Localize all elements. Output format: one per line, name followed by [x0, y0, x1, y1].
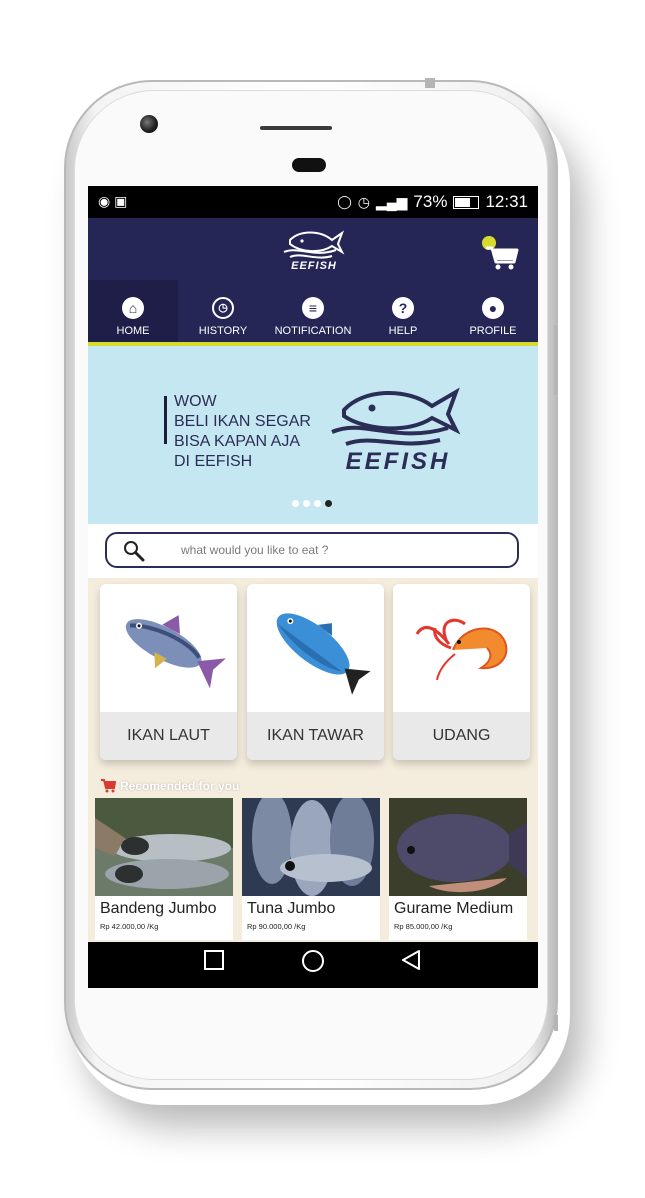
status-left-icons: ◉ ▣: [98, 193, 127, 210]
cart-button[interactable]: [480, 236, 520, 272]
freshwater-fish-icon: [276, 613, 371, 695]
front-camera: [140, 115, 158, 133]
gourami-photo-icon: [389, 798, 527, 896]
tab-help-label: HELP: [388, 325, 418, 337]
recommended-title: Recomended for you: [100, 779, 239, 793]
category-image: [247, 584, 384, 712]
category-label: IKAN TAWAR: [247, 712, 384, 760]
tab-home[interactable]: ⌂ HOME: [88, 280, 178, 342]
carousel-indicator: [292, 500, 332, 507]
banner-logo: EEFISH: [328, 384, 468, 475]
product-price: Rp 90.000,00 /Kg: [247, 922, 306, 931]
search-placeholder: what would you like to eat ?: [181, 543, 329, 557]
product-name: Tuna Jumbo: [247, 900, 336, 917]
product-name: Bandeng Jumbo: [100, 900, 217, 917]
banner-accent-bar: [164, 396, 167, 444]
recommended-title-text: Recomended for you: [120, 779, 240, 793]
tab-notification-label: NOTIFICATION: [274, 325, 352, 337]
banner-line: BELI IKAN SEGAR: [174, 413, 311, 430]
home-nav-icon[interactable]: [301, 949, 325, 973]
product-card-tuna[interactable]: Tuna Jumbo Rp 90.000,00 /Kg: [242, 798, 380, 940]
banner-logo-text: EEFISH: [345, 448, 451, 475]
volume-button: [554, 325, 558, 395]
home-icon: ⌂: [122, 297, 144, 319]
hotspot-icon: ◉: [98, 193, 111, 209]
tab-history[interactable]: ◷ HISTORY: [178, 280, 268, 342]
list-icon: ≡: [302, 297, 324, 319]
back-icon[interactable]: [400, 949, 422, 971]
signal-icon: ▂▄▆: [375, 193, 408, 210]
shrimp-icon: [415, 618, 508, 681]
app-header: EEFISH: [88, 218, 538, 280]
product-photo: [389, 798, 527, 896]
sea-fish-icon: [125, 615, 226, 689]
carousel-dot[interactable]: [292, 500, 299, 507]
search-icon: [124, 541, 145, 562]
earpiece-speaker: [260, 126, 332, 130]
recent-apps-icon[interactable]: [203, 949, 225, 971]
product-photo: [95, 798, 233, 896]
main-tab-bar: ⌂ HOME ◷ HISTORY ≡ NOTIFICATION ? HELP ●…: [88, 280, 538, 346]
alarm-icon: ◷: [357, 193, 370, 210]
product-price: Rp 42.000,00 /Kg: [100, 922, 159, 931]
product-price: Rp 85.000,00 /Kg: [394, 922, 453, 931]
search-section: what would you like to eat ?: [88, 524, 538, 578]
banner-line: WOW: [174, 393, 217, 410]
image-icon: ▣: [114, 193, 128, 209]
banner-line: DI EEFISH: [174, 453, 253, 470]
category-card-ikan-tawar[interactable]: IKAN TAWAR: [247, 584, 384, 760]
fish-logo-icon: [283, 230, 345, 259]
product-card-gurame[interactable]: Gurame Medium Rp 85.000,00 /Kg: [389, 798, 527, 940]
category-label: IKAN LAUT: [100, 712, 237, 760]
product-card-bandeng[interactable]: Bandeng Jumbo Rp 42.000,00 /Kg: [95, 798, 233, 940]
carousel-dot-active[interactable]: [325, 500, 332, 507]
tuna-photo-icon: [242, 798, 380, 896]
promo-banner[interactable]: WOW BELI IKAN SEGAR BISA KAPAN AJA DI EE…: [88, 346, 538, 524]
tab-notification[interactable]: ≡ NOTIFICATION: [268, 280, 358, 342]
carousel-dot[interactable]: [303, 500, 310, 507]
tab-profile[interactable]: ● PROFILE: [448, 280, 538, 342]
tab-history-label: HISTORY: [198, 325, 248, 337]
app-screen: ◉ ▣ ◯ ◷ ▂▄▆ 73% 12:31 EEFISH ⌂ HOME ◷ HI…: [88, 186, 538, 988]
logo-text: EEFISH: [291, 260, 337, 272]
category-cards: IKAN LAUT IKAN TAWAR UDANG: [100, 584, 530, 764]
recommended-list: Bandeng Jumbo Rp 42.000,00 /Kg Tuna Jumb…: [95, 798, 535, 940]
battery-percent: 73%: [413, 192, 448, 211]
system-navigation-bar: [88, 942, 538, 988]
recommended-cart-icon: [101, 779, 116, 793]
question-icon: ?: [392, 297, 414, 319]
status-right: ◯ ◷ ▂▄▆ 73% 12:31: [337, 192, 528, 212]
clock-time: 12:31: [485, 192, 528, 211]
category-image: [393, 584, 530, 712]
clock-icon: ◷: [212, 297, 234, 319]
category-card-ikan-laut[interactable]: IKAN LAUT: [100, 584, 237, 760]
eefish-logo: EEFISH: [280, 230, 348, 276]
category-card-udang[interactable]: UDANG: [393, 584, 530, 760]
category-label: UDANG: [393, 712, 530, 760]
cart-icon: [482, 236, 519, 270]
product-photo: [242, 798, 380, 896]
banner-fish-icon: [331, 387, 461, 446]
vibrate-icon: ◯: [337, 194, 352, 209]
search-input[interactable]: what would you like to eat ?: [105, 532, 519, 568]
status-bar: ◉ ▣ ◯ ◷ ▂▄▆ 73% 12:31: [88, 186, 538, 218]
tab-help[interactable]: ? HELP: [358, 280, 448, 342]
power-button: [425, 78, 435, 88]
proximity-sensor: [292, 158, 326, 172]
banner-text: WOW BELI IKAN SEGAR BISA KAPAN AJA DI EE…: [174, 392, 311, 472]
banner-line: BISA KAPAN AJA: [174, 433, 300, 450]
product-name: Gurame Medium: [394, 900, 514, 917]
battery-icon: [453, 195, 480, 209]
carousel-dot[interactable]: [314, 500, 321, 507]
side-button: [554, 1015, 558, 1031]
milkfish-photo-icon: [95, 798, 233, 896]
tab-profile-label: PROFILE: [469, 325, 517, 337]
tab-home-label: HOME: [116, 325, 150, 337]
category-image: [100, 584, 237, 712]
user-icon: ●: [482, 297, 504, 319]
